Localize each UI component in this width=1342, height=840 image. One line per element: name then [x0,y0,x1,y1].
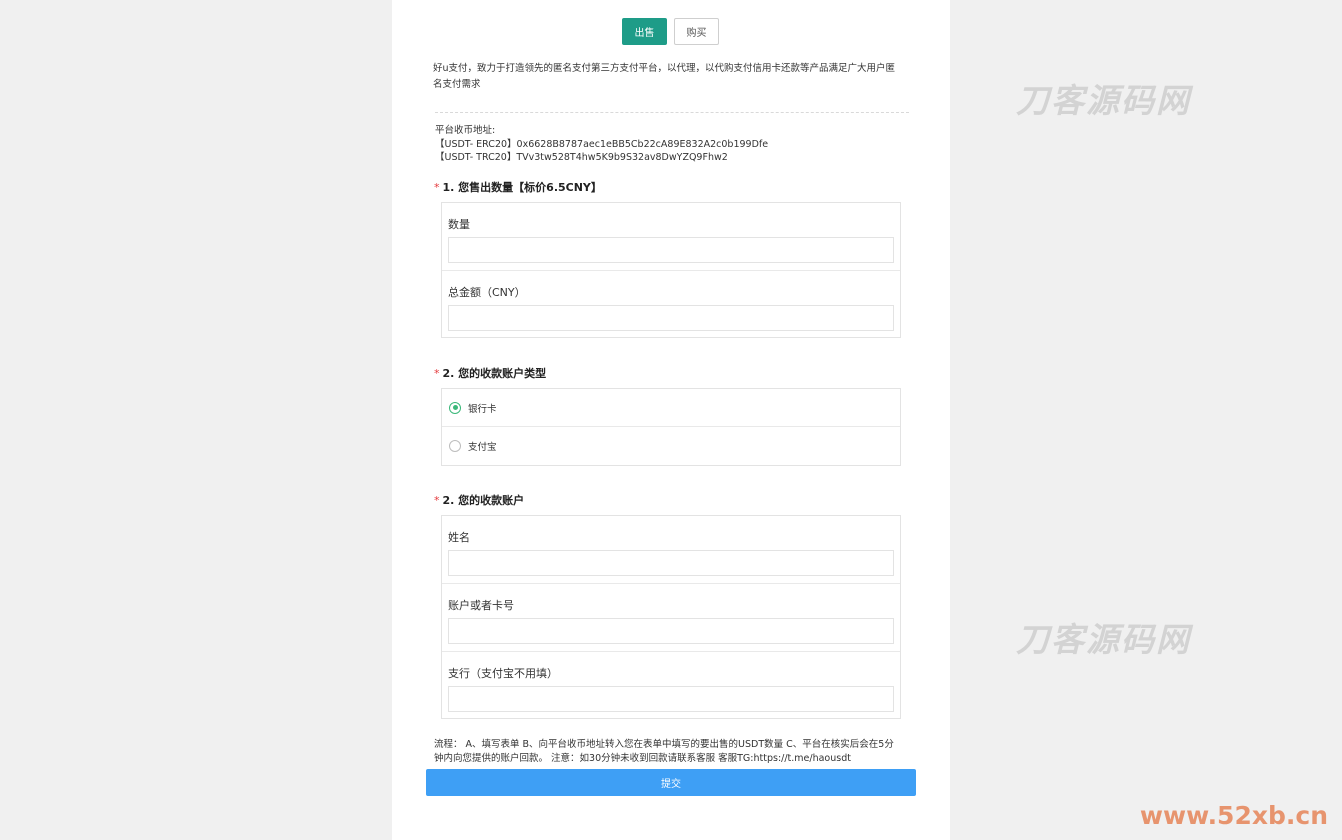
address-title: 平台收币地址: [435,125,496,136]
watermark-url: www.52xb.cn [1139,801,1328,830]
divider [435,112,909,113]
address-trc20: 【USDT- TRC20】TVv3tw528T4hw5K9b9S32av8DwY… [435,152,728,163]
note-line: 流程： A、填写表单 B、向平台收币地址转入您在表单中填写的要出售的USDT数量… [434,739,894,750]
radio-option-alipay[interactable]: 支付宝 [442,427,900,465]
required-mark: * [434,181,440,194]
required-mark: * [434,367,440,380]
branch-input[interactable] [448,686,894,712]
intro-line: 名支付需求 [433,79,481,90]
trade-tabs: 出售 购买 [622,18,719,45]
field-label: 支行（支付宝不用填） [448,667,558,680]
field-label: 账户或者卡号 [448,599,514,612]
tab-buy[interactable]: 购买 [674,18,719,45]
section-title-account: * 2. 您的收款账户 [434,492,524,508]
field-quantity: 数量 [442,203,900,271]
platform-address: 平台收币地址: 【USDT- ERC20】0x6628B8787aec1eBB5… [435,124,915,165]
address-erc20: 【USDT- ERC20】0x6628B8787aec1eBB5Cb22cA89… [435,138,769,150]
field-total-amount: 总金额（CNY） [442,271,900,339]
name-input[interactable] [448,550,894,576]
total-amount-input[interactable] [448,305,894,331]
field-label: 总金额（CNY） [448,286,526,299]
field-label: 姓名 [448,531,470,544]
watermark-text: 刀客源码网 [1016,620,1191,659]
note-line: 钟内向您提供的账户回款。 注意：如30分钟未收到回款请联系客服 客服TG:htt… [434,752,851,764]
watermark-text: 刀客源码网 [1016,81,1191,120]
tab-sell[interactable]: 出售 [622,18,667,45]
section-title-text: 1. 您售出数量【标价6.5CNY】 [442,181,602,194]
submit-button[interactable]: 提交 [426,769,916,796]
form-page: 出售 购买 好u支付，致力于打造领先的匿名支付第三方支付平台，以代理，以代购支付… [392,0,950,840]
radio-label: 银行卡 [468,403,497,415]
field-account-number: 账户或者卡号 [442,584,900,652]
account-box: 姓名 账户或者卡号 支行（支付宝不用填） [441,515,901,719]
radio-unchecked-icon[interactable] [449,440,461,452]
account-type-box: 银行卡 支付宝 [441,388,901,466]
field-branch: 支行（支付宝不用填） [442,652,900,720]
radio-label: 支付宝 [468,442,497,453]
intro-line: 好u支付，致力于打造领先的匿名支付第三方支付平台，以代理，以代购支付信用卡还款等… [433,63,896,74]
required-mark: * [434,494,440,507]
account-number-input[interactable] [448,618,894,644]
process-note: 流程： A、填写表单 B、向平台收币地址转入您在表单中填写的要出售的USDT数量… [434,738,912,765]
section-title-account-type: * 2. 您的收款账户类型 [434,365,546,381]
section-title-quantity: * 1. 您售出数量【标价6.5CNY】 [434,179,602,195]
field-label: 数量 [448,218,470,231]
section-title-text: 2. 您的收款账户 [442,494,525,507]
field-name: 姓名 [442,516,900,584]
quantity-input[interactable] [448,237,894,263]
radio-checked-icon[interactable] [449,401,461,414]
radio-option-bank-card[interactable]: 银行卡 [442,389,900,427]
section-title-text: 2. 您的收款账户类型 [442,367,547,380]
intro-text: 好u支付，致力于打造领先的匿名支付第三方支付平台，以代理，以代购支付信用卡还款等… [433,61,911,93]
quantity-box: 数量 总金额（CNY） [441,202,901,338]
